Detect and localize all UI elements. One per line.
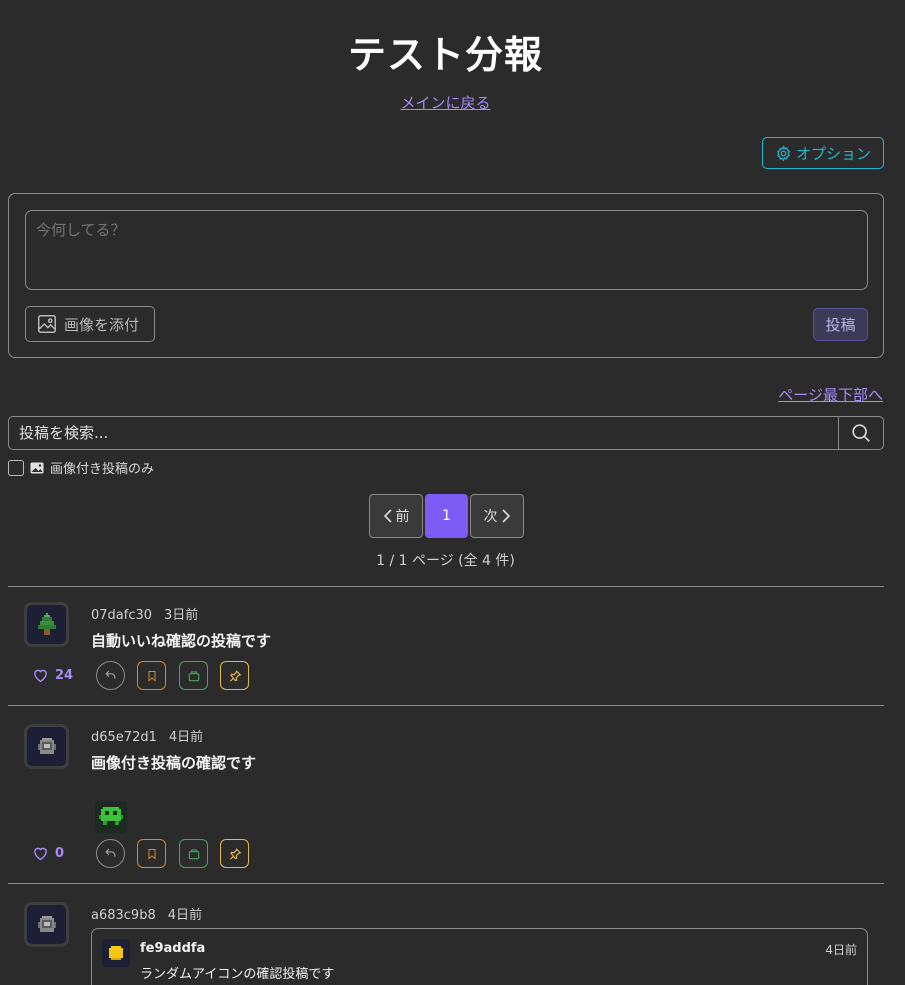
jump-to-bottom-link[interactable]: ページ最下部へ [778,386,883,404]
chevron-right-icon [501,509,510,523]
pin-button[interactable] [220,839,249,868]
post-divider [8,705,884,706]
copy-button[interactable] [179,661,208,690]
image-only-label: 画像付き投稿のみ [50,462,155,477]
bookmark-icon [148,848,155,860]
page-title: テスト分報 [347,33,543,77]
prev-page-label: 前 [395,509,410,525]
reply-button[interactable] [96,661,125,690]
like-button[interactable]: 0 [32,845,64,861]
search-input[interactable] [9,417,838,449]
post-meta: a683c9b8 4日前 [91,904,202,923]
bookmark-button[interactable] [137,839,166,868]
post-divider [8,586,884,587]
post-time: 4日前 [167,908,203,923]
back-to-main: メインに戻る [0,92,891,113]
reply-icon [105,670,116,679]
prev-page-button[interactable]: 前 [369,494,423,538]
yellow-blob-icon [109,946,123,960]
avatar[interactable] [24,724,69,769]
quote-avatar [102,939,130,967]
quote-user: fe9addfa [140,941,206,956]
post-time: 3日前 [164,608,199,623]
attach-image-button[interactable]: 画像を添付 [25,306,155,342]
gear-icon [777,144,790,162]
like-button[interactable]: 24 [32,667,73,683]
pin-icon [229,669,241,682]
copy-button[interactable] [179,839,208,868]
heart-icon [34,847,47,861]
like-count: 0 [55,845,65,861]
options-button[interactable]: オプション [762,137,884,169]
avatar[interactable] [24,602,69,647]
post-divider [8,883,884,884]
bookmark-button[interactable] [137,661,166,690]
image-only-checkbox[interactable] [8,459,24,476]
search-icon [852,424,870,442]
options-label: オプション [795,144,871,163]
post-meta: d65e72d1 4日前 [91,726,203,745]
copy-icon [188,848,199,859]
picture-icon [30,462,44,473]
reply-icon [105,848,116,857]
reply-button[interactable] [96,839,125,868]
next-page-button[interactable]: 次 [470,494,524,538]
bookmark-icon [148,670,155,682]
page-info: 1 / 1 ページ (全 4 件) [376,553,515,569]
pin-icon [229,847,241,860]
attach-image-label: 画像を添付 [64,315,140,334]
image-icon [38,315,56,333]
tree-icon [37,612,56,635]
search-button[interactable] [838,417,883,449]
post-text: 画像付き投稿の確認です [91,754,257,772]
post-user[interactable]: d65e72d1 [91,730,157,745]
post-user[interactable]: 07dafc30 [91,608,152,623]
image-only-filter: 画像付き投稿のみ [8,458,154,477]
pin-button[interactable] [220,661,249,690]
post-user[interactable]: a683c9b8 [91,908,156,923]
compose-input[interactable] [25,210,868,290]
post-meta: 07dafc30 3日前 [91,604,198,623]
chevron-left-icon [383,509,392,523]
post-image[interactable] [95,801,127,833]
search-bar [8,416,884,450]
avatar[interactable] [24,902,69,947]
copy-icon [188,670,199,681]
post-time: 4日前 [168,730,204,745]
quoted-post[interactable]: fe9addfa 4日前 ランダムアイコンの確認投稿です [91,928,868,985]
next-page-label: 次 [483,509,498,525]
quote-text: ランダムアイコンの確認投稿です [140,967,335,982]
like-count: 24 [55,667,74,683]
current-page-button[interactable]: 1 [425,494,468,538]
robot-icon [37,915,56,932]
back-to-main-link[interactable]: メインに戻る [400,94,490,112]
jump-bottom: ページ最下部へ [700,384,883,405]
pagination: 前 1 次 [369,494,524,538]
heart-icon [34,669,47,683]
post-button[interactable]: 投稿 [813,308,868,341]
post-text: 自動いいね確認の投稿です [91,632,272,650]
robot-icon [37,737,56,754]
compose-box: 画像を添付 投稿 [8,193,884,358]
green-monster-icon [99,807,123,825]
quote-time: 4日前 [825,943,857,957]
